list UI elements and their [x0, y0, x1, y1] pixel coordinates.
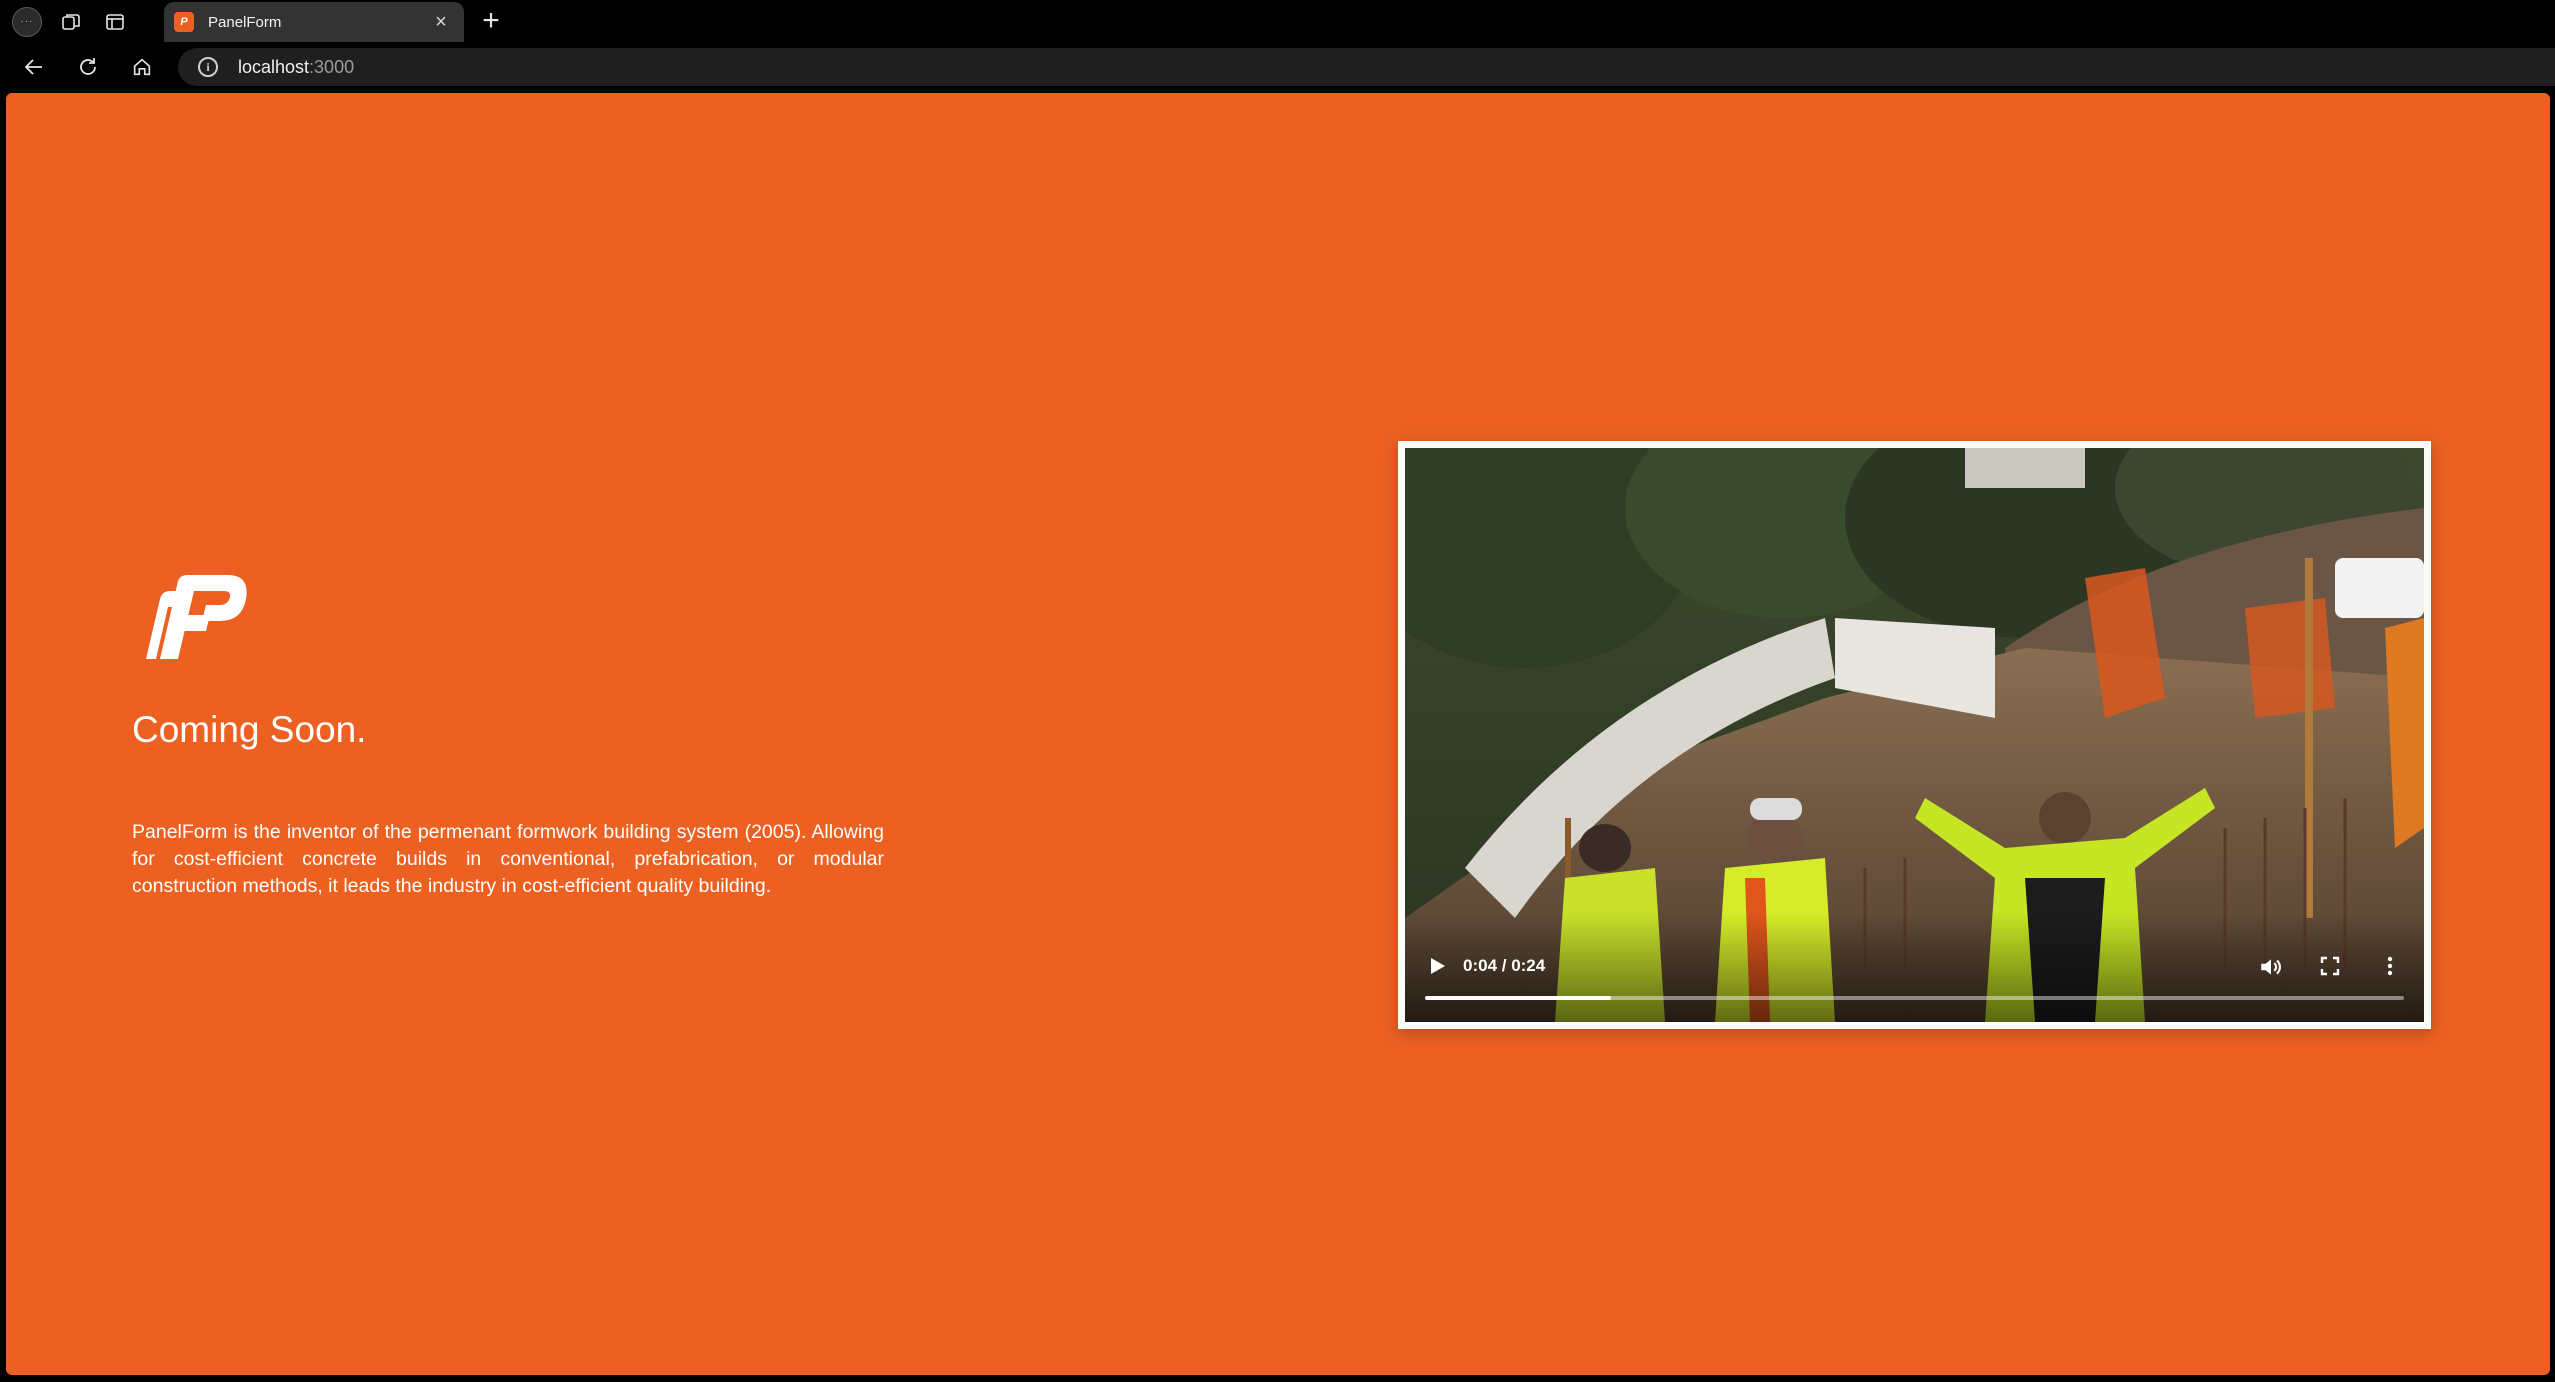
video-controls: 0:04 / 0:24	[1405, 912, 2424, 1022]
home-button[interactable]	[122, 47, 162, 87]
address-bar[interactable]: i localhost:3000	[178, 48, 2555, 86]
volume-icon[interactable]	[2258, 954, 2284, 980]
reload-icon	[80, 58, 96, 75]
reload-button[interactable]	[68, 47, 108, 87]
tab-bar: ··· P PanelForm × +	[0, 0, 2555, 43]
play-icon[interactable]	[1425, 954, 1449, 978]
panelform-logo	[146, 575, 247, 659]
workspaces-icon	[62, 13, 80, 30]
site-info-icon[interactable]: i	[198, 57, 218, 77]
back-button[interactable]	[14, 47, 54, 87]
company-description: PanelForm is the inventor of the permena…	[132, 821, 884, 897]
new-tab-button[interactable]: +	[474, 4, 508, 38]
home-icon	[133, 58, 151, 76]
tab-title: PanelForm	[208, 13, 282, 31]
video-player[interactable]: 0:04 / 0:24	[1405, 448, 2424, 1022]
tab-actions-icon	[106, 13, 124, 30]
active-tab[interactable]: P PanelForm ×	[164, 2, 464, 42]
video-progress-bar[interactable]	[1425, 996, 2404, 1000]
page-viewport: Coming Soon. PanelForm is the inventor o…	[6, 93, 2550, 1375]
url-host: localhost	[238, 56, 310, 77]
fullscreen-icon[interactable]	[2318, 954, 2342, 978]
tab-actions-button[interactable]	[98, 5, 132, 39]
workspaces-button[interactable]	[54, 5, 88, 39]
video-time: 0:04 / 0:24	[1463, 956, 1546, 975]
video-progress-fill	[1425, 996, 1611, 1000]
panelform-favicon-icon: P	[174, 12, 194, 32]
more-options-icon[interactable]	[2378, 954, 2402, 978]
profile-button[interactable]: ···	[10, 5, 44, 39]
url-port: :3000	[309, 56, 355, 77]
page-title: Coming Soon.	[132, 709, 367, 750]
profile-icon: ···	[12, 6, 42, 37]
tab-close-icon[interactable]: ×	[428, 11, 454, 34]
back-arrow-icon	[24, 59, 42, 75]
browser-toolbar: i localhost:3000	[0, 43, 2555, 91]
video-frame: 0:04 / 0:24	[1398, 441, 2431, 1029]
url-text[interactable]: localhost:3000	[238, 57, 354, 78]
